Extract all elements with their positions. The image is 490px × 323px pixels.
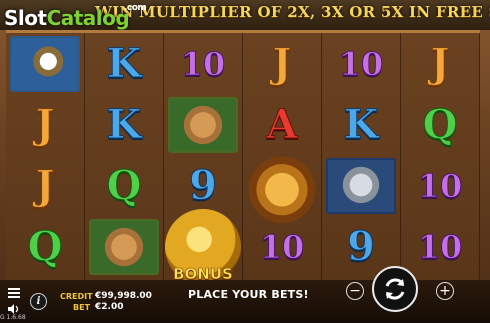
reel-cell: 10: [322, 34, 400, 94]
reel-cell: [322, 156, 400, 216]
symbol-k: K: [343, 101, 379, 148]
symbol-9: 9: [189, 162, 218, 209]
credit-label: CREDIT: [60, 292, 93, 301]
eagle-symbol: [10, 36, 80, 92]
reel-3: 10 9 BONUS: [164, 33, 243, 285]
reel-cell: Q: [401, 95, 479, 155]
banner-message: WIN MULTIPLIER OF 2X, 3X OR 5X IN FREE S…: [95, 3, 490, 21]
symbol-k: K: [106, 40, 142, 87]
menu-icon[interactable]: [8, 288, 20, 298]
reel-cell: [85, 217, 163, 277]
reel-cell: J: [243, 34, 321, 94]
symbol-a: A: [266, 101, 298, 148]
symbol-10: 10: [417, 167, 463, 205]
game-screen: WIN MULTIPLIER OF 2X, 3X OR 5X IN FREE S…: [0, 0, 490, 323]
reel-1: JJQ: [6, 33, 85, 280]
reel-cell: 10: [401, 217, 479, 277]
spin-arrows-icon: [385, 278, 405, 300]
watermark-catalog: Catalog: [46, 6, 130, 30]
reel-cell: J: [401, 34, 479, 94]
symbol-10: 10: [259, 228, 305, 266]
info-button[interactable]: i: [30, 293, 47, 310]
symbol-10: 10: [338, 45, 384, 83]
symbol-10: 10: [417, 228, 463, 266]
symbol-9: 9: [347, 223, 376, 270]
reel-cell: 10: [243, 217, 321, 277]
reel-cell: Q: [85, 156, 163, 216]
bet-increase-button[interactable]: +: [436, 282, 454, 300]
bonus-symbol: BONUS: [165, 209, 241, 285]
reel-cell: K: [85, 95, 163, 155]
status-message: PLACE YOUR BETS!: [188, 288, 309, 301]
reel-cell: 9: [164, 156, 242, 216]
symbol-k: K: [106, 101, 142, 148]
reel-cell: K: [322, 95, 400, 155]
bottom-bar: i CREDIT €99,998.00 BET €2.00 PLACE YOUR…: [0, 266, 490, 323]
reel-6: J Q 10 10: [401, 33, 480, 280]
bet-label: BET: [73, 303, 91, 312]
buffalo-symbol: [245, 149, 319, 223]
credit-value: €99,998.00: [95, 291, 152, 301]
symbol-q: Q: [27, 223, 63, 270]
symbol-j: J: [35, 101, 55, 148]
reel-cell: 10: [401, 156, 479, 216]
reel-grid: J J Q K K Q 10 9 BONUS J A 10 10 K 9 J Q 10 10: [6, 30, 480, 285]
reel-2: KKQ: [85, 33, 164, 280]
reel-cell: J: [6, 156, 84, 216]
bet-value: €2.00: [95, 302, 124, 312]
reel-cell: BONUS: [164, 209, 242, 285]
symbol-j: J: [430, 40, 450, 87]
reel-cell: J: [6, 95, 84, 155]
symbol-j: J: [35, 162, 55, 209]
symbol-q: Q: [106, 162, 142, 209]
symbol-j: J: [272, 40, 292, 87]
reel-5: 10 K 9: [322, 33, 401, 280]
watermark-slot: Slot: [4, 6, 47, 30]
version-label: G 1.6.68: [0, 314, 26, 321]
slotcatalog-watermark: SlotCatalog .com: [4, 3, 147, 30]
reel-4: J A 10: [243, 33, 322, 280]
wolf-symbol: [326, 158, 396, 214]
reel-cell: [164, 95, 242, 155]
symbol-q: Q: [422, 101, 458, 148]
bet-decrease-button[interactable]: −: [346, 282, 364, 300]
puma-symbol: [168, 97, 238, 153]
spin-button[interactable]: [372, 266, 418, 312]
symbol-10: 10: [180, 45, 226, 83]
reel-cell: 10: [164, 34, 242, 94]
reel-cell: Q: [6, 217, 84, 277]
reel-cell: [6, 34, 84, 94]
watermark-com: .com: [124, 3, 147, 13]
puma-symbol: [89, 219, 159, 275]
reel-cell: K: [85, 34, 163, 94]
speaker-icon[interactable]: [8, 304, 20, 314]
reel-cell: A: [243, 95, 321, 155]
reel-cell: [243, 149, 321, 223]
